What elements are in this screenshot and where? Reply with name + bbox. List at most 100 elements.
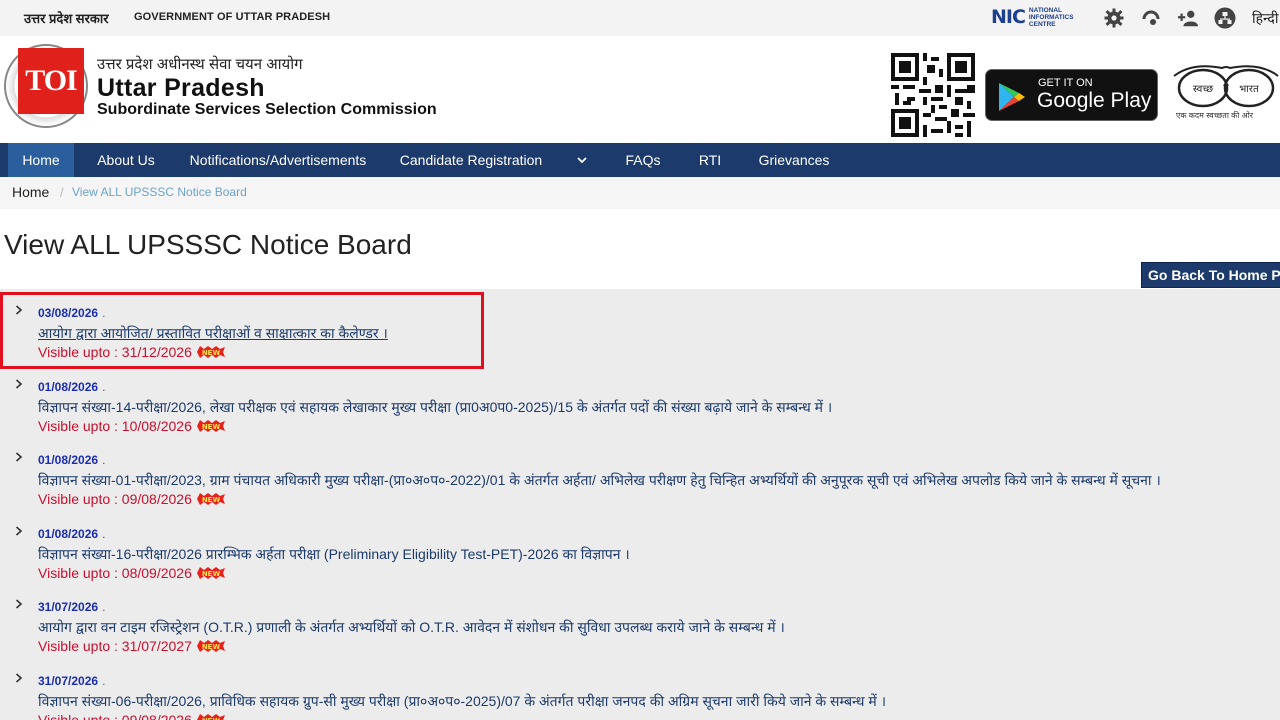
new-badge-icon: NEW — [196, 567, 225, 579]
site-header: TOI उत्तर प्रदेश अधीनस्थ सेवा चयन आयोग U… — [0, 36, 1280, 143]
notice-date-separator: . — [102, 600, 106, 614]
notice-visible-upto: Visible upto : 10/08/2026 NEW — [38, 418, 225, 434]
notice-visible-upto: Visible upto : 31/07/2027 NEW — [38, 638, 225, 654]
swachh-caption: एक कदम स्वच्छता की ओर — [1176, 111, 1254, 120]
notice-date: 31/07/2026. — [38, 674, 105, 688]
nic-logo[interactable]: NIC NATIONAL INFORMATICS CENTRE — [991, 6, 1074, 28]
notice-visible-text: Visible upto : 31/07/2027 — [38, 638, 192, 654]
org-name-hindi: उत्तर प्रदेश अधीनस्थ सेवा चयन आयोग — [97, 56, 303, 73]
user-add-icon[interactable] — [1177, 7, 1199, 29]
breadcrumb-home[interactable]: Home — [12, 184, 49, 200]
notice-date-separator: . — [102, 527, 106, 541]
notice-date: 01/08/2026. — [38, 453, 105, 467]
new-badge-text: NEW — [202, 349, 221, 357]
notice-title-link[interactable]: विज्ञापन संख्या-01-परीक्षा/2023, ग्राम प… — [38, 471, 1161, 490]
notice-visible-upto: Visible upto : 09/08/2026 NEW — [38, 712, 225, 720]
swachh-left-text: स्वच्छ — [1193, 84, 1213, 95]
nav-home[interactable]: Home — [8, 143, 74, 177]
nav-rti[interactable]: RTI — [684, 143, 736, 177]
notice-item: 01/08/2026. विज्ञापन संख्या-14-परीक्षा/2… — [0, 363, 1280, 436]
nic-text: NATIONAL INFORMATICS CENTRE — [1029, 7, 1074, 28]
notice-item: 03/08/2026. आयोग द्वारा आयोजित/ प्रस्ताव… — [0, 289, 1280, 362]
notice-item: 01/08/2026. विज्ञापन संख्या-16-परीक्षा/2… — [0, 510, 1280, 583]
nav-faqs[interactable]: FAQs — [612, 143, 674, 177]
notice-date: 01/08/2026. — [38, 527, 105, 541]
page-title: View ALL UPSSSC Notice Board — [4, 229, 412, 260]
new-badge-text: NEW — [202, 423, 221, 431]
chevron-down-icon[interactable] — [577, 155, 587, 165]
org-title: Uttar Pradesh — [97, 74, 265, 102]
nav-notifications[interactable]: Notifications/Advertisements — [178, 143, 378, 177]
new-badge-icon: NEW — [196, 640, 225, 652]
notice-title-link[interactable]: विज्ञापन संख्या-16-परीक्षा/2026 प्रारम्भ… — [38, 545, 630, 564]
new-badge-text: NEW — [202, 570, 221, 578]
notice-item: 01/08/2026. विज्ञापन संख्या-01-परीक्षा/2… — [0, 436, 1280, 509]
notice-visible-text: Visible upto : 09/08/2026 — [38, 712, 192, 720]
nic-text-line: INFORMATICS — [1028, 13, 1074, 21]
chevron-right-icon — [15, 526, 23, 536]
nic-text-line: CENTRE — [1028, 20, 1056, 28]
org-subtitle: Subordinate Services Selection Commissio… — [97, 101, 437, 118]
chevron-right-icon — [15, 673, 23, 683]
notice-date-text: 01/08/2026 — [38, 380, 99, 394]
new-badge-icon: NEW — [196, 346, 225, 358]
breadcrumb: Home / View ALL UPSSSC Notice Board — [0, 177, 1280, 209]
notice-date-text: 01/08/2026 — [38, 527, 99, 541]
gear-icon[interactable] — [1103, 7, 1125, 29]
notice-visible-text: Visible upto : 10/08/2026 — [38, 418, 192, 434]
screen-reader-icon[interactable] — [1140, 7, 1162, 29]
notice-date: 03/08/2026. — [38, 306, 105, 320]
chevron-right-icon — [15, 452, 23, 462]
nic-mark: NIC — [991, 6, 1026, 28]
new-badge-text: NEW — [202, 643, 221, 651]
sitemap-icon[interactable] — [1214, 7, 1236, 29]
new-badge-icon: NEW — [196, 493, 225, 505]
notice-date-separator: . — [102, 380, 106, 394]
google-play-small-text: GET IT ON — [1038, 77, 1093, 89]
notice-date-text: 31/07/2026 — [38, 600, 99, 614]
nic-text-line: NATIONAL — [1028, 6, 1063, 14]
chevron-right-icon — [15, 599, 23, 609]
notice-title-link[interactable]: आयोग द्वारा वन टाइम रजिस्ट्रेशन (O.T.R.)… — [38, 618, 785, 637]
notice-date-text: 31/07/2026 — [38, 674, 99, 688]
notice-date-separator: . — [102, 674, 106, 688]
go-back-home-button[interactable]: Go Back To Home Page — [1141, 262, 1280, 288]
notice-title-link[interactable]: आयोग द्वारा आयोजित/ प्रस्तावित परीक्षाओं… — [38, 324, 388, 343]
chevron-right-icon — [15, 379, 23, 389]
new-badge-text: NEW — [202, 496, 221, 504]
notice-date-separator: . — [102, 453, 106, 467]
breadcrumb-current: View ALL UPSSSC Notice Board — [72, 185, 247, 199]
nav-about-us[interactable]: About Us — [84, 143, 168, 177]
notice-date: 31/07/2026. — [38, 600, 105, 614]
notice-visible-text: Visible upto : 08/09/2026 — [38, 565, 192, 581]
notice-date-text: 03/08/2026 — [38, 306, 99, 320]
notice-item: 31/07/2026. आयोग द्वारा वन टाइम रजिस्ट्र… — [0, 583, 1280, 656]
notice-item: 31/07/2026. विज्ञापन संख्या-06-परीक्षा/2… — [0, 657, 1280, 720]
notice-visible-upto: Visible upto : 09/08/2026 NEW — [38, 491, 225, 507]
toi-badge: TOI — [18, 48, 84, 114]
language-toggle[interactable]: हिन्दी — [1252, 9, 1278, 28]
notice-title-link[interactable]: विज्ञापन संख्या-14-परीक्षा/2026, लेखा पर… — [38, 398, 832, 417]
government-name-english: GOVERNMENT OF UTTAR PRADESH — [134, 11, 331, 23]
breadcrumb-separator: / — [60, 185, 64, 200]
notice-date-separator: . — [102, 306, 106, 320]
qr-code — [891, 53, 975, 137]
google-play-icon — [999, 83, 1025, 111]
new-badge-icon: NEW — [196, 714, 225, 720]
nav-grievances[interactable]: Grievances — [746, 143, 842, 177]
nav-candidate-registration[interactable]: Candidate Registration — [388, 143, 554, 177]
chevron-right-icon — [15, 305, 23, 315]
main-nav: Home About Us Notifications/Advertisemen… — [0, 143, 1280, 177]
notice-title-link[interactable]: विज्ञापन संख्या-06-परीक्षा/2026, प्राविध… — [38, 692, 886, 711]
google-play-button[interactable]: GET IT ON Google Play — [985, 69, 1158, 121]
notice-date-text: 01/08/2026 — [38, 453, 99, 467]
new-badge-icon: NEW — [196, 420, 225, 432]
notice-visible-upto: Visible upto : 08/09/2026 NEW — [38, 565, 225, 581]
top-bar: उत्तर प्रदेश सरकार GOVERNMENT OF UTTAR P… — [0, 0, 1280, 36]
notice-visible-text: Visible upto : 31/12/2026 — [38, 344, 192, 360]
notice-list: 03/08/2026. आयोग द्वारा आयोजित/ प्रस्ताव… — [0, 289, 1280, 720]
notice-visible-text: Visible upto : 09/08/2026 — [38, 491, 192, 507]
google-play-big-text: Google Play — [1037, 89, 1152, 112]
notice-visible-upto: Visible upto : 31/12/2026 NEW — [38, 344, 225, 360]
government-name-hindi: उत्तर प्रदेश सरकार — [24, 11, 109, 26]
